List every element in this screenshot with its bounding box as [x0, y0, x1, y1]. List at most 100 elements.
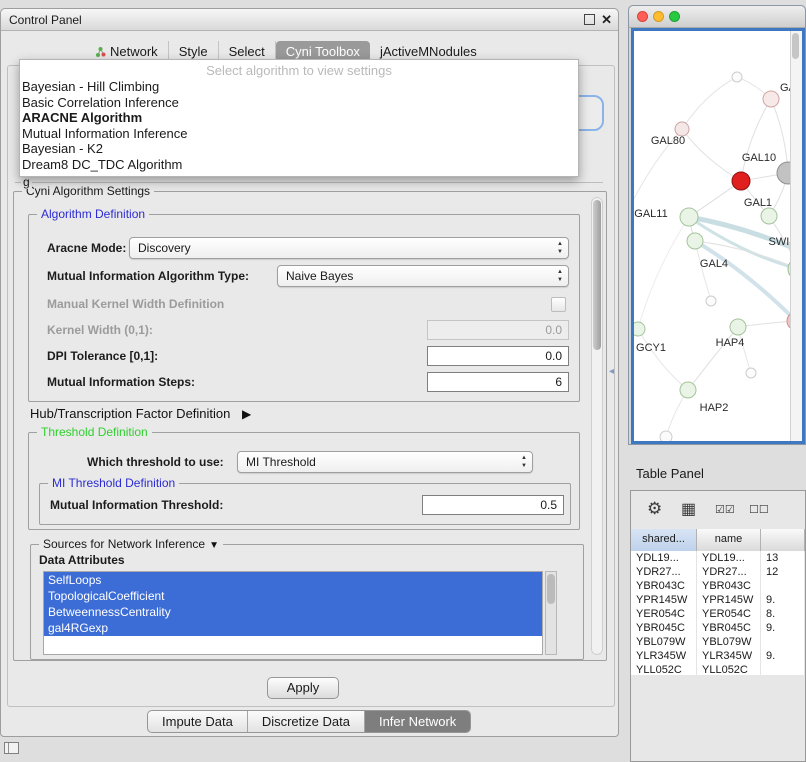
sources-title-text: Sources for Network Inference [43, 537, 205, 551]
network-window-titlebar[interactable] [629, 6, 805, 28]
table-cell: YPR145W [697, 593, 761, 607]
aracne-mode-select[interactable]: Discovery ▲▼ [129, 237, 569, 259]
table-row[interactable]: YLL052CYLL052C [631, 663, 805, 675]
hub-definition-toggle[interactable]: Hub/Transcription Factor Definition ▶ [30, 406, 251, 421]
zoom-traffic-light-icon[interactable] [669, 11, 680, 22]
network-node-label: GCY1 [636, 342, 666, 354]
network-node[interactable] [675, 122, 689, 136]
window-title: Control Panel [9, 13, 82, 27]
table-cell: YDR27... [697, 565, 761, 579]
network-edge[interactable] [682, 77, 737, 129]
gear-icon[interactable]: ⚙ [647, 499, 662, 519]
hidden-panel-icon[interactable] [4, 742, 19, 754]
table-cell: YDR27... [631, 565, 697, 579]
network-node[interactable] [680, 208, 698, 226]
data-attributes-label: Data Attributes [39, 553, 125, 567]
table-row[interactable]: YPR145WYPR145W9. [631, 593, 805, 607]
data-attributes-list[interactable]: SelfLoopsTopologicalCoefficientBetweenne… [43, 571, 543, 655]
algorithm-option[interactable]: Basic Correlation Inference [20, 95, 578, 111]
float-window-icon[interactable] [584, 14, 595, 25]
deselect-all-checkboxes-icon[interactable]: ☐☐ [749, 503, 769, 516]
kernel-width-field[interactable]: 0.0 [427, 320, 569, 340]
network-vertical-scrollbar[interactable] [790, 31, 802, 441]
algorithm-option[interactable]: Dream8 DC_TDC Algorithm [20, 157, 578, 173]
attribute-list-item[interactable]: TopologicalCoefficient [44, 588, 542, 604]
table-column-header[interactable] [761, 529, 805, 551]
attribute-list-item[interactable]: gal4RGexp [44, 620, 542, 636]
minimize-traffic-light-icon[interactable] [653, 11, 664, 22]
network-node-label: GAL11 [634, 208, 667, 220]
network-node[interactable] [732, 72, 742, 82]
algorithm-option[interactable]: ARACNE Algorithm [20, 110, 578, 126]
cyni-algorithm-settings-group: Cyni Algorithm Settings Algorithm Defini… [13, 191, 607, 661]
panel-splitter-grip[interactable]: ◂ [609, 366, 614, 377]
control-panel-window: Control Panel ✕ NetworkStyleSelectCyni T… [0, 8, 619, 737]
table-cell: 13 [761, 551, 805, 565]
bottom-tab-impute-data[interactable]: Impute Data [148, 711, 248, 732]
network-edge[interactable] [741, 99, 771, 181]
attribute-list-item[interactable]: BetweennessCentrality [44, 604, 542, 620]
table-column-header[interactable]: shared... [631, 529, 697, 551]
sources-group-title[interactable]: Sources for Network Inference ▼ [39, 537, 223, 551]
table-row[interactable]: YBR045CYBR045C9. [631, 621, 805, 635]
table-row[interactable]: YBR043CYBR043C [631, 579, 805, 593]
algorithm-option[interactable]: Bayesian - Hill Climbing [20, 79, 578, 95]
bottom-tab-infer-network[interactable]: Infer Network [365, 711, 470, 732]
algorithm-select-dropdown[interactable]: Select algorithm to view settings Bayesi… [19, 59, 579, 177]
table-cell: 9. [761, 593, 805, 607]
attribute-list-item[interactable]: SelfLoops [44, 572, 542, 588]
table-row[interactable]: YER054CYER054C8. [631, 607, 805, 621]
table-row[interactable]: YLR345WYLR345W9. [631, 649, 805, 663]
network-node[interactable] [660, 431, 672, 441]
hub-definition-label: Hub/Transcription Factor Definition [30, 406, 230, 421]
close-traffic-light-icon[interactable] [637, 11, 648, 22]
bottom-tab-discretize-data[interactable]: Discretize Data [248, 711, 365, 732]
network-edge[interactable] [638, 217, 689, 329]
table-cell: YDL19... [631, 551, 697, 565]
network-node[interactable] [680, 382, 696, 398]
network-node[interactable] [730, 319, 746, 335]
network-node[interactable] [687, 233, 703, 249]
select-all-checkboxes-icon[interactable]: ☑☑ [715, 503, 735, 516]
network-node[interactable] [706, 296, 716, 306]
table-cell [761, 635, 805, 649]
network-edge[interactable] [638, 329, 688, 390]
algorithm-option[interactable]: Mutual Information Inference [20, 126, 578, 142]
dpi-tolerance-field[interactable]: 0.0 [427, 346, 569, 366]
table-row[interactable]: YBL079WYBL079W [631, 635, 805, 649]
table-row[interactable]: YDL19...YDL19...13 [631, 551, 805, 565]
network-node[interactable] [763, 91, 779, 107]
network-canvas[interactable]: GAL80GALGAL10GAL11GAL1SWI4GAL4GCY1HAP4HA… [631, 28, 805, 444]
table-cell [761, 663, 805, 675]
network-node[interactable] [746, 368, 756, 378]
network-node-label: GAL80 [651, 135, 685, 147]
settings-scrollbar[interactable] [591, 197, 603, 655]
table-column-header[interactable]: name [697, 529, 761, 551]
which-threshold-label: Which threshold to use: [87, 451, 224, 473]
network-node-label: GAL1 [744, 197, 772, 209]
network-node[interactable] [732, 172, 750, 190]
mi-threshold-field[interactable]: 0.5 [422, 495, 564, 515]
network-node-label: GAL4 [700, 258, 728, 270]
network-node[interactable] [634, 322, 645, 336]
manual-kernel-checkbox[interactable] [551, 297, 566, 312]
network-icon [95, 46, 106, 58]
network-node[interactable] [761, 208, 777, 224]
settings-group-title: Cyni Algorithm Settings [22, 184, 154, 198]
control-panel-titlebar[interactable]: Control Panel ✕ [1, 9, 618, 31]
chevron-down-icon: ▼ [209, 540, 219, 551]
table-cell: YBL079W [697, 635, 761, 649]
mi-steps-field[interactable]: 6 [427, 372, 569, 392]
columns-icon[interactable]: ▦ [681, 499, 696, 519]
mi-type-select[interactable]: Naive Bayes ▲▼ [277, 265, 569, 287]
apply-button[interactable]: Apply [267, 677, 339, 699]
attributes-scrollbar[interactable] [545, 571, 557, 655]
network-edge[interactable] [682, 129, 741, 181]
close-icon[interactable]: ✕ [601, 13, 612, 26]
algorithm-option[interactable]: Bayesian - K2 [20, 141, 578, 157]
which-threshold-select[interactable]: MI Threshold ▲▼ [237, 451, 533, 473]
table-row[interactable]: YDR27...YDR27...12 [631, 565, 805, 579]
threshold-definition-title: Threshold Definition [37, 425, 152, 439]
network-edge[interactable] [695, 241, 796, 321]
algorithm-definition-title: Algorithm Definition [37, 207, 149, 221]
